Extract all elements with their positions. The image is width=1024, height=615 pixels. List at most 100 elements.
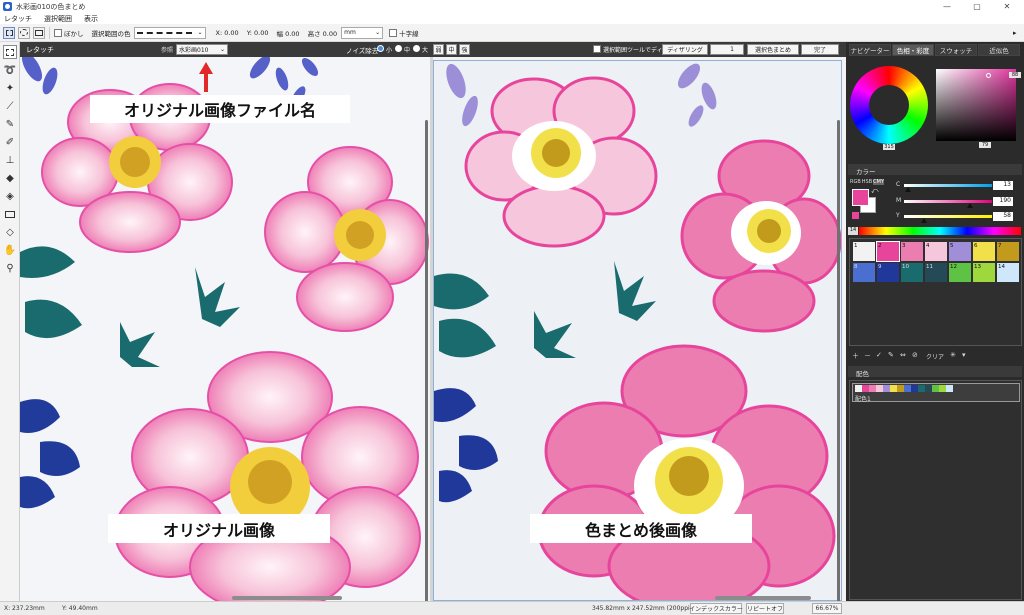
noise-small-radio[interactable] xyxy=(377,45,384,52)
weak-button[interactable]: 弱 xyxy=(433,44,444,55)
menu-view[interactable]: 表示 xyxy=(84,14,98,24)
swatch-cell[interactable]: 8 xyxy=(853,263,875,282)
slider-m-label: M xyxy=(896,197,902,204)
slider-m-value[interactable]: 190 xyxy=(993,197,1013,206)
remove-swatch-icon[interactable]: － xyxy=(864,351,871,361)
strong-button[interactable]: 強 xyxy=(459,44,470,55)
drop-tool-icon[interactable]: ◇ xyxy=(3,225,17,239)
tab-hue-saturation[interactable]: 色相・彩度 xyxy=(892,44,934,56)
rect-select-tool-icon[interactable] xyxy=(3,26,15,39)
check-icon[interactable]: ✓ xyxy=(876,351,882,359)
pencil-icon[interactable]: ✎ xyxy=(888,351,894,359)
palette-item[interactable]: 配色1 xyxy=(852,383,1020,403)
chevron-down-icon[interactable]: ▾ xyxy=(962,351,966,359)
reset-icon[interactable]: ⊘ xyxy=(912,351,918,359)
lasso-tool-icon[interactable]: ➰ xyxy=(3,63,17,77)
menu-retouch[interactable]: レタッチ xyxy=(4,14,32,24)
ellipse-select-tool-icon[interactable] xyxy=(18,26,30,39)
hue-wheel[interactable] xyxy=(850,66,928,144)
swatch-cell[interactable]: 7 xyxy=(997,242,1019,261)
zoom-level[interactable]: 66.67% xyxy=(812,603,842,614)
tab-swatch[interactable]: スウォッチ xyxy=(935,44,977,56)
swatch-cell[interactable]: 14 xyxy=(997,263,1019,282)
marquee-tool-icon[interactable] xyxy=(3,45,17,59)
bucket-tool-icon[interactable]: ◈ xyxy=(3,189,17,203)
menu-selection[interactable]: 選択範囲 xyxy=(44,14,72,24)
swatch-cell[interactable]: 1 xyxy=(853,242,875,261)
slider-y-value[interactable]: 58 xyxy=(993,212,1013,221)
slider-c-value[interactable]: 13 xyxy=(993,181,1013,190)
stamp-tool-icon[interactable]: ⊥ xyxy=(3,153,17,167)
mode-cmy[interactable]: CMY xyxy=(873,179,885,185)
swatch-cell[interactable]: 4 xyxy=(925,242,947,261)
x-readout: X: 0.00 xyxy=(215,28,239,37)
palette-chip xyxy=(932,385,939,392)
y-readout: Y: 0.00 xyxy=(246,28,269,37)
original-vscroll[interactable] xyxy=(425,120,428,615)
color-panel-header: カラー xyxy=(848,164,1022,176)
slider-y-track[interactable] xyxy=(904,215,992,223)
selection-color-dropdown[interactable]: ⌄ xyxy=(133,26,206,39)
magic-wand-tool-icon[interactable]: ✦ xyxy=(3,81,17,95)
mode-hsb[interactable]: HSB xyxy=(862,179,872,185)
palette-chip xyxy=(855,385,862,392)
right-panel: ナビゲーター 色相・彩度 スウォッチ 近似色 315 88 79 カラー RGB… xyxy=(846,42,1024,611)
noise-mid-radio[interactable] xyxy=(395,45,402,52)
tab-navigator[interactable]: ナビゲーター xyxy=(849,44,891,56)
foreground-color-swatch[interactable] xyxy=(852,189,869,206)
mid-button[interactable]: 中 xyxy=(446,44,457,55)
swatch-cell[interactable]: 3 xyxy=(901,242,923,261)
sparkle-icon[interactable]: ✳ xyxy=(950,351,956,359)
cursor-x: X: 237.23mm xyxy=(4,605,45,612)
saturation-box[interactable] xyxy=(936,69,1016,141)
brush-tool-icon[interactable]: ✐ xyxy=(3,135,17,149)
add-swatch-icon[interactable]: ＋ xyxy=(852,351,859,361)
swatch-cell[interactable]: 12 xyxy=(949,263,971,282)
rectangle-tool-icon[interactable] xyxy=(3,207,17,221)
merged-hscroll[interactable] xyxy=(715,596,811,600)
slider-m-track[interactable] xyxy=(904,200,992,208)
minimize-button[interactable]: — xyxy=(932,0,962,13)
mode-rgb[interactable]: RGB xyxy=(850,179,861,185)
slider-c-track[interactable] xyxy=(904,184,992,192)
merge-colors-button[interactable]: 選択色まとめ xyxy=(747,44,799,55)
spectrum-bar[interactable] xyxy=(859,227,1021,235)
maximize-button[interactable]: ▢ xyxy=(962,0,992,13)
repeat-off-button[interactable]: リピートオフ xyxy=(746,603,784,614)
swatch-cell[interactable]: 9 xyxy=(877,263,899,282)
done-button[interactable]: 完了 xyxy=(801,44,839,55)
dithering-button[interactable]: ディザリング xyxy=(662,44,708,55)
palette-chip xyxy=(862,385,869,392)
sel-tool-dither-checkbox[interactable] xyxy=(593,45,601,53)
swatch-cell[interactable]: 6 xyxy=(973,242,995,261)
blur-checkbox[interactable] xyxy=(54,28,62,37)
swatch-cell[interactable]: 5 xyxy=(949,242,971,261)
zoom-tool-icon[interactable]: ⚲ xyxy=(3,261,17,275)
dither-stepper[interactable]: 1 xyxy=(710,44,744,55)
eraser-tool-icon[interactable]: ◆ xyxy=(3,171,17,185)
palette-chip xyxy=(946,385,953,392)
unit-dropdown[interactable]: mm ⌄ xyxy=(341,26,384,39)
merged-vscroll[interactable] xyxy=(837,120,840,615)
color-mode-tags: RGBHSBCMY xyxy=(850,179,885,185)
swatch-cell[interactable]: 10 xyxy=(901,263,923,282)
swatch-cell[interactable]: 2 xyxy=(876,241,900,262)
index-color-button[interactable]: インデックスカラー xyxy=(689,603,743,614)
expand-arrow-icon[interactable]: ▸ xyxy=(1013,29,1017,37)
swap-colors-icon[interactable]: ⤺ xyxy=(871,187,878,196)
pen-tool-icon[interactable]: ✎ xyxy=(3,117,17,131)
palette-strip xyxy=(855,385,953,392)
original-hscroll[interactable] xyxy=(232,596,342,600)
reference-dropdown[interactable]: 水彩画010 ⌄ xyxy=(176,44,228,55)
swap-icon[interactable]: ⇔ xyxy=(900,351,906,359)
hand-tool-icon[interactable]: ✋ xyxy=(3,243,17,257)
lasso-select-tool-icon[interactable] xyxy=(33,26,45,39)
close-button[interactable]: ✕ xyxy=(992,0,1022,13)
noise-large-radio[interactable] xyxy=(413,45,420,52)
eyedropper-tool-icon[interactable]: ⟋ xyxy=(3,99,17,113)
swatch-cell[interactable]: 11 xyxy=(925,263,947,282)
tab-similar-color[interactable]: 近似色 xyxy=(978,44,1020,56)
swatch-cell[interactable]: 13 xyxy=(973,263,995,282)
crosshair-checkbox[interactable] xyxy=(389,28,398,37)
clear-swatch-button[interactable]: クリア xyxy=(926,352,944,361)
